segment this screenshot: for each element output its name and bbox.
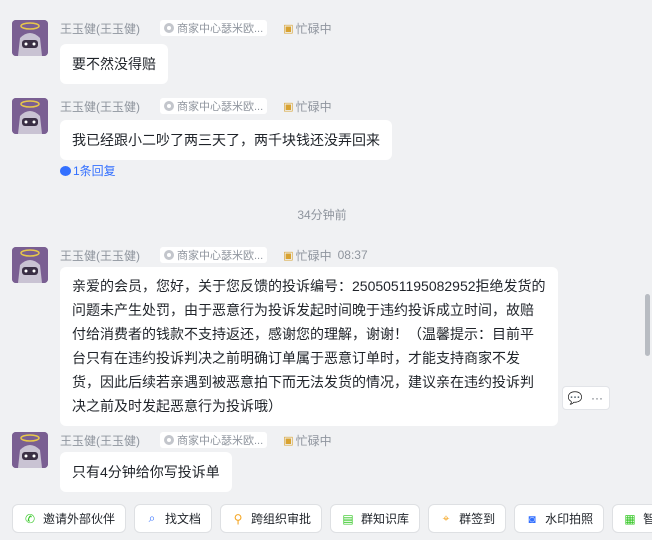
busy-icon: ▣ (283, 434, 294, 447)
quick-action-toolbar: ✆ 邀请外部伙伴 ⌕ 找文档 ⚲ 跨组织审批 ▤ 群知识库 ⌖ 群签到 ◙ 水印… (0, 497, 652, 540)
book-icon: ▤ (342, 511, 354, 526)
time-divider: 34分钟前 (297, 208, 347, 222)
stamp-icon: ⚲ (233, 511, 243, 526)
table-icon: ▦ (624, 511, 636, 526)
sender-name[interactable]: 王玉健(王玉健) (60, 98, 140, 115)
sender-name[interactable]: 王玉健(王玉健) (60, 432, 140, 449)
busy-icon: ▣ (283, 22, 294, 35)
org-tag: 商家中心瑟米欧... (160, 432, 268, 448)
message-meta: 王玉健(王玉健) 商家中心瑟米欧... ▣ 忙碌中 (60, 432, 332, 448)
message-meta: 王玉健(王玉健) 商家中心瑟米欧... ▣ 忙碌中 08:37 (60, 247, 368, 263)
avatar[interactable] (12, 20, 48, 56)
org-tag: 商家中心瑟米欧... (160, 247, 268, 263)
busy-icon: ▣ (283, 249, 294, 262)
location-icon: ⌖ (442, 511, 450, 525)
reply-bubble-icon (60, 165, 71, 176)
group-checkin-button[interactable]: ⌖ 群签到 (428, 504, 507, 533)
thread-reply-link[interactable]: 1条回复 (60, 162, 116, 179)
avatar[interactable] (12, 247, 48, 283)
reply-icon[interactable]: 💬 (565, 389, 585, 407)
message-bubble[interactable]: 我已经跟小二吵了两三天了，两千块钱还没弄回来 (60, 120, 392, 160)
status-badge: ▣ 忙碌中 (283, 99, 332, 114)
org-icon (164, 101, 174, 111)
find-doc-button[interactable]: ⌕ 找文档 (134, 504, 213, 533)
message-bubble[interactable]: 亲爱的会员，您好，关于您反馈的投诉编号：2505051195082952拒绝发货… (60, 267, 558, 426)
message-hover-actions: 💬 ··· (562, 386, 610, 410)
org-icon (164, 435, 174, 445)
status-badge: ▣ 忙碌中 (283, 433, 332, 448)
smart-table-button[interactable]: ▦ 智能 (612, 504, 652, 533)
org-icon (164, 250, 174, 260)
chat-message-list[interactable]: 王玉健(王玉健) 商家中心瑟米欧... ▣ 忙碌中 要不然没得赔 王玉健(王玉健)… (0, 0, 644, 497)
org-icon (164, 23, 174, 33)
more-icon[interactable]: ··· (587, 389, 607, 407)
sender-name[interactable]: 王玉健(王玉健) (60, 20, 140, 37)
busy-icon: ▣ (283, 100, 294, 113)
status-badge: ▣ 忙碌中 (283, 248, 332, 263)
message-meta: 王玉健(王玉健) 商家中心瑟米欧... ▣ 忙碌中 (60, 98, 332, 114)
invite-external-partner-button[interactable]: ✆ 邀请外部伙伴 (12, 504, 127, 533)
camera-icon: ◙ (528, 511, 536, 526)
sender-name[interactable]: 王玉健(王玉健) (60, 247, 140, 264)
watermark-camera-button[interactable]: ◙ 水印拍照 (514, 504, 605, 533)
message-bubble[interactable]: 只有4分钟给你写投诉单 (60, 452, 232, 492)
org-tag: 商家中心瑟米欧... (160, 98, 268, 114)
message-meta: 王玉健(王玉健) 商家中心瑟米欧... ▣ 忙碌中 (60, 20, 332, 36)
avatar[interactable] (12, 98, 48, 134)
cross-org-approval-button[interactable]: ⚲ 跨组织审批 (220, 504, 323, 533)
chat-green-icon: ✆ (24, 511, 36, 526)
org-tag: 商家中心瑟米欧... (160, 20, 268, 36)
message-bubble[interactable]: 要不然没得赔 (60, 44, 168, 84)
message-time: 08:37 (337, 248, 368, 262)
doc-search-icon: ⌕ (148, 511, 156, 525)
scrollbar[interactable] (645, 294, 650, 356)
avatar[interactable] (12, 432, 48, 468)
group-knowledge-base-button[interactable]: ▤ 群知识库 (330, 504, 421, 533)
status-badge: ▣ 忙碌中 (283, 21, 332, 36)
